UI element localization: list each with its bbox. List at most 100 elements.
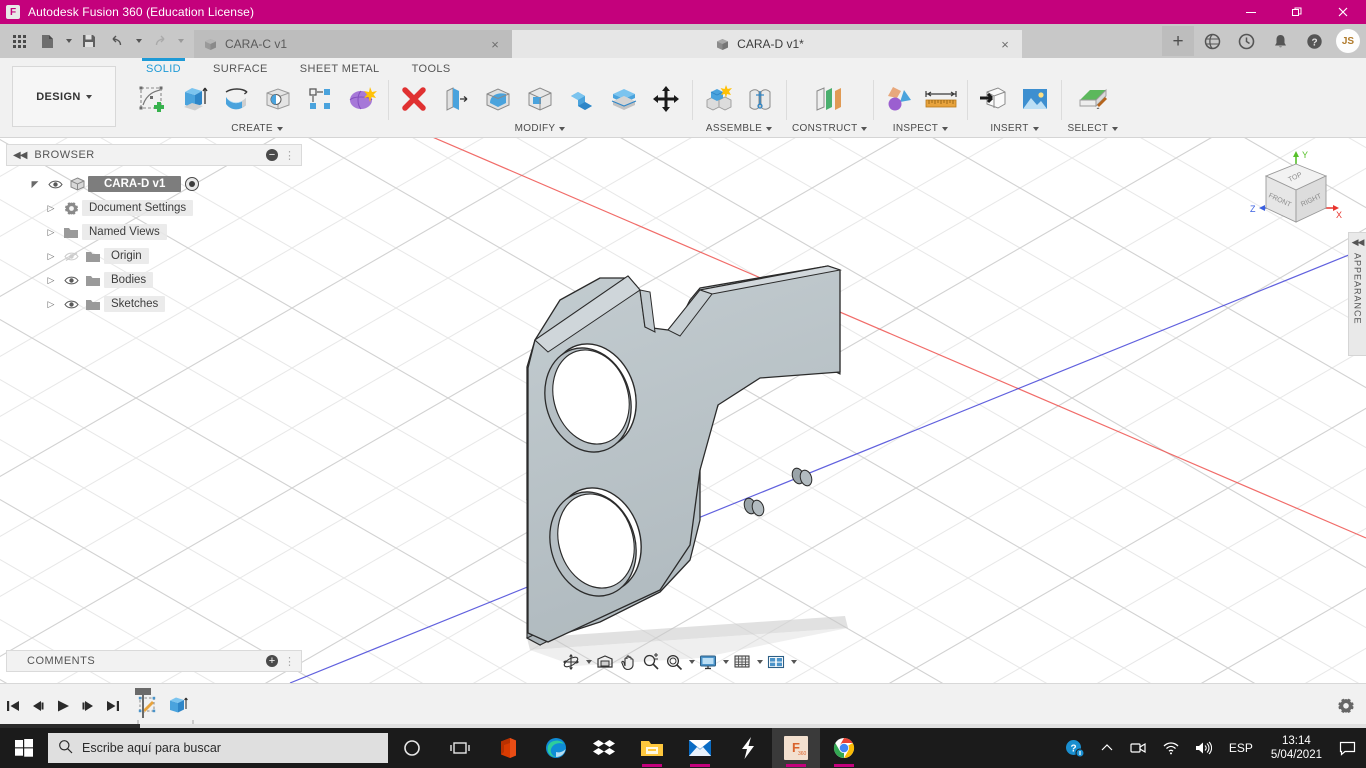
combine-tool[interactable] (562, 78, 602, 120)
revolve-tool[interactable] (216, 78, 256, 120)
ribbon-group-insert-label[interactable]: INSERT (990, 123, 1039, 134)
file-menu-button[interactable] (34, 28, 60, 54)
save-button[interactable] (76, 28, 102, 54)
split-face-tool[interactable] (604, 78, 644, 120)
ribbon-group-construct-label[interactable]: CONSTRUCT (792, 123, 868, 134)
tray-volume-icon[interactable] (1188, 728, 1219, 768)
select-tool[interactable] (1070, 78, 1116, 120)
go-to-end-button[interactable] (100, 691, 125, 721)
insert-canvas-tool[interactable] (1015, 78, 1055, 120)
taskbar-app-explorer[interactable] (628, 728, 676, 768)
taskbar-search-box[interactable]: Escribe aquí para buscar (48, 733, 388, 763)
step-back-button[interactable] (25, 691, 50, 721)
visibility-eye-icon[interactable] (60, 299, 82, 310)
joint-tool[interactable] (740, 78, 780, 120)
collapse-left-icon[interactable]: ◀◀ (13, 150, 27, 161)
expand-arrow-icon[interactable]: ▷ (42, 275, 60, 286)
notifications-button[interactable] (1264, 26, 1296, 56)
workspace-switcher-button[interactable]: DESIGN (12, 66, 116, 127)
offset-plane-tool[interactable] (806, 78, 854, 120)
document-tab-close-button[interactable]: × (998, 37, 1012, 52)
grid-snaps-caret[interactable] (754, 651, 764, 673)
pan-button[interactable] (617, 651, 639, 673)
ribbon-group-assemble-label[interactable]: ASSEMBLE (706, 123, 773, 134)
timeline-feature-sketch[interactable] (133, 691, 163, 721)
extensions-button[interactable] (1196, 26, 1228, 56)
play-button[interactable] (50, 691, 75, 721)
look-at-button[interactable] (594, 651, 616, 673)
browser-node-sketches[interactable]: ▷ Sketches (10, 292, 300, 316)
show-data-panel-button[interactable] (6, 28, 32, 54)
window-maximize-button[interactable] (1274, 0, 1320, 24)
orbit-button[interactable] (560, 651, 582, 673)
expand-arrow-icon[interactable]: ▷ (42, 251, 60, 262)
display-settings-caret[interactable] (720, 651, 730, 673)
visibility-eye-icon[interactable] (44, 179, 66, 190)
tray-help-button[interactable]: ? (1057, 728, 1091, 768)
ribbon-group-modify-label[interactable]: MODIFY (515, 123, 566, 134)
press-pull-tool[interactable] (394, 78, 434, 120)
extrude-tool[interactable] (174, 78, 214, 120)
move-copy-tool[interactable] (646, 78, 686, 120)
step-forward-button[interactable] (75, 691, 100, 721)
ribbon-tab-sheet-metal[interactable]: SHEET METAL (284, 58, 396, 80)
browser-node-cara-d[interactable]: ◤ CARA-D v1 (10, 172, 300, 196)
expand-arrow-icon[interactable]: ▷ (42, 203, 60, 214)
insert-derive-tool[interactable] (973, 78, 1013, 120)
taskbar-app-dropbox[interactable] (580, 728, 628, 768)
start-button[interactable] (0, 728, 48, 768)
expand-arrow-icon[interactable]: ◤ (26, 179, 44, 190)
browser-node-named-views[interactable]: ▷ Named Views (10, 220, 300, 244)
view-cube[interactable]: Y X Z TOP FRONT RIGHT (1246, 146, 1346, 246)
hole-tool[interactable] (258, 78, 298, 120)
viewports-button[interactable] (765, 651, 787, 673)
display-settings-button[interactable] (697, 651, 719, 673)
go-to-beginning-button[interactable] (0, 691, 25, 721)
activate-component-radio[interactable] (185, 177, 200, 191)
document-tab-cara-d[interactable]: CARA-D v1* × (512, 30, 1022, 58)
panel-grip[interactable]: ⋮ (284, 149, 295, 162)
recent-activity-button[interactable] (1230, 26, 1262, 56)
browser-node-bodies[interactable]: ▷ Bodies (10, 268, 300, 292)
browser-node-document-settings[interactable]: ▷ Document Settings (10, 196, 300, 220)
collapse-icon[interactable]: ◀◀ (1352, 237, 1365, 248)
taskview-cortana-button[interactable] (388, 728, 436, 768)
undo-caret[interactable] (132, 28, 144, 54)
browser-node-origin[interactable]: ▷ Origin (10, 244, 300, 268)
fit-button[interactable] (663, 651, 685, 673)
shell-tool[interactable] (520, 78, 560, 120)
ribbon-group-select-label[interactable]: SELECT (1067, 123, 1119, 134)
file-menu-caret[interactable] (62, 28, 74, 54)
visibility-eye-icon[interactable] (60, 275, 82, 286)
fillet-tool[interactable] (478, 78, 518, 120)
taskbar-app-office[interactable] (484, 728, 532, 768)
taskbar-app-edge[interactable] (532, 728, 580, 768)
tray-camera-icon[interactable] (1123, 728, 1153, 768)
user-avatar[interactable]: JS (1336, 29, 1360, 53)
timeline-settings-button[interactable] (1326, 689, 1366, 723)
grid-snaps-button[interactable] (731, 651, 753, 673)
tray-chevron-up-icon[interactable] (1093, 728, 1121, 768)
create-sketch-tool[interactable] (132, 78, 172, 120)
form-tool[interactable] (342, 78, 382, 120)
plus-circle-icon[interactable]: + (266, 655, 278, 667)
timeline-feature-extrude[interactable] (163, 691, 193, 721)
task-view-button[interactable] (436, 728, 484, 768)
ribbon-tab-surface[interactable]: SURFACE (197, 58, 284, 80)
measure-ruler-tool[interactable] (921, 78, 961, 120)
help-button[interactable]: ? (1298, 26, 1330, 56)
measure-tool[interactable] (879, 78, 919, 120)
new-tab-button[interactable]: + (1162, 26, 1194, 56)
zoom-button[interactable] (640, 651, 662, 673)
appearance-panel-rail[interactable]: ◀◀ APPEARANCE (1348, 232, 1366, 356)
redo-caret[interactable] (174, 28, 186, 54)
offset-face-tool[interactable] (436, 78, 476, 120)
taskbar-app-snagit[interactable] (724, 728, 772, 768)
tray-wifi-icon[interactable] (1155, 728, 1186, 768)
taskbar-app-chrome[interactable] (820, 728, 868, 768)
redo-button[interactable] (146, 28, 172, 54)
window-minimize-button[interactable] (1228, 0, 1274, 24)
orbit-caret[interactable] (583, 651, 593, 673)
new-component-tool[interactable] (698, 78, 738, 120)
document-tab-close-button[interactable]: × (488, 37, 502, 52)
